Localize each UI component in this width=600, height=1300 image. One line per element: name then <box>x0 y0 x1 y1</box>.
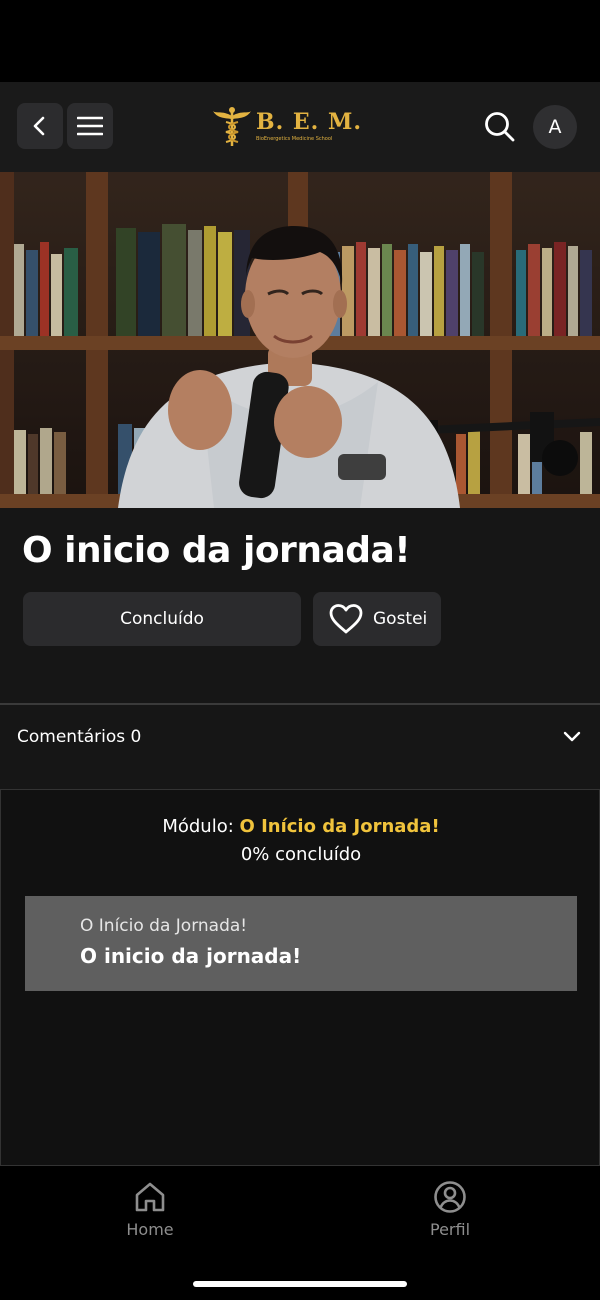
status-bar <box>0 0 600 82</box>
chevron-down-icon <box>563 731 581 742</box>
hamburger-menu-icon <box>77 116 103 136</box>
menu-button[interactable] <box>67 103 113 149</box>
logo-subtitle: BioEnergetics Medicine School <box>256 136 333 142</box>
lesson-item-title: O inicio da jornada! <box>80 944 302 968</box>
like-label: Gostei <box>373 609 428 629</box>
comments-label: Comentários 0 <box>17 727 142 747</box>
module-panel: Módulo: O Início da Jornada! 0% concluíd… <box>0 789 600 1165</box>
search-button[interactable] <box>482 109 518 145</box>
mark-completed-button[interactable]: Concluído <box>23 592 301 646</box>
nav-label-home: Home <box>126 1220 174 1239</box>
top-bar: B. E. M. BioEnergetics Medicine School A <box>0 82 600 172</box>
home-icon <box>135 1182 165 1212</box>
mark-completed-label: Concluído <box>120 609 204 629</box>
nav-item-profile[interactable]: Perfil <box>390 1180 510 1239</box>
chevron-left-icon <box>33 116 45 136</box>
back-button[interactable] <box>17 103 63 149</box>
search-icon <box>485 112 515 142</box>
module-heading: Módulo: O Início da Jornada! <box>1 816 600 837</box>
video-frame <box>0 172 600 508</box>
heart-icon <box>329 604 363 634</box>
module-progress: 0% concluído <box>240 844 362 865</box>
nav-item-home[interactable]: Home <box>90 1180 210 1239</box>
nav-label-profile: Perfil <box>429 1220 471 1239</box>
user-circle-icon <box>434 1181 466 1213</box>
home-indicator <box>193 1281 407 1287</box>
logo-text: B. E. M. <box>256 109 363 135</box>
module-name: O Início da Jornada! <box>239 816 440 837</box>
caduceus-icon <box>213 107 251 146</box>
bottom-navigation: Home Perfil <box>0 1165 600 1300</box>
lesson-list-item[interactable]: O Início da Jornada! O inicio da jornada… <box>25 896 577 991</box>
brand-logo[interactable]: B. E. M. BioEnergetics Medicine School <box>212 104 361 150</box>
module-prefix: Módulo: <box>162 816 240 837</box>
lesson-section: O inicio da jornada! Concluído Gostei <box>0 508 600 704</box>
avatar[interactable]: A <box>533 105 577 149</box>
comments-toggle[interactable]: Comentários 0 <box>0 705 600 789</box>
video-player[interactable] <box>0 172 600 508</box>
lesson-item-module: O Início da Jornada! <box>80 916 248 936</box>
like-button[interactable]: Gostei <box>313 592 441 646</box>
lesson-title: O inicio da jornada! <box>22 530 411 571</box>
